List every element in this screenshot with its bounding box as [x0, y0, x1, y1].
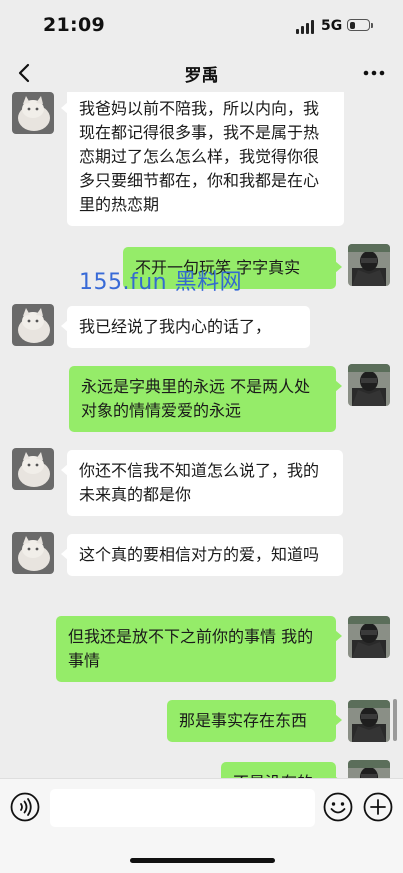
cat-avatar-icon — [12, 532, 54, 574]
watermark: 155.fun 黑料网 — [79, 270, 243, 295]
battery-icon — [347, 19, 370, 31]
emoji-button[interactable] — [322, 791, 354, 823]
self-avatar[interactable] — [348, 364, 390, 406]
home-indicator[interactable] — [130, 858, 275, 863]
voice-icon — [10, 792, 40, 822]
cellular-signal-icon — [296, 20, 314, 34]
chat-message-list[interactable]: 我爸妈以前不陪我，所以内向，我现在都记得很多事，我不是属于热恋期过了怎么怎么样，… — [0, 92, 403, 778]
contact-avatar[interactable] — [12, 92, 54, 134]
message-bubble-sent[interactable]: 那是事实存在东西 — [167, 700, 342, 742]
chat-header: 罗禹 — [0, 54, 403, 92]
more-options-button[interactable] — [359, 58, 389, 88]
user-avatar-icon — [348, 700, 390, 742]
battery-level — [349, 21, 355, 29]
self-avatar[interactable] — [348, 760, 390, 778]
self-avatar[interactable] — [348, 244, 390, 286]
status-time: 21:09 — [43, 14, 105, 36]
cat-avatar-icon — [12, 304, 54, 346]
message-bubble-sent[interactable]: 但我还是放不下之前你的事情 我的事情 — [56, 616, 342, 682]
user-avatar-icon — [348, 760, 390, 778]
status-bar: 21:09 5G — [0, 0, 403, 54]
user-avatar-icon — [348, 364, 390, 406]
message-bubble-received[interactable]: 我已经说了我内心的话了， — [61, 306, 310, 348]
message-bubble-received[interactable]: 这个真的要相信对方的爱，知道吗 — [61, 534, 343, 576]
user-avatar-icon — [348, 616, 390, 658]
message-bubble-received[interactable]: 我爸妈以前不陪我，所以内向，我现在都记得很多事，我不是属于热恋期过了怎么怎么样，… — [61, 92, 344, 226]
cat-avatar-icon — [12, 92, 54, 134]
voice-button[interactable] — [9, 791, 41, 823]
user-avatar-icon — [348, 244, 390, 286]
plus-button[interactable] — [362, 791, 394, 823]
chat-title: 罗禹 — [184, 66, 219, 86]
more-dots-icon — [363, 70, 385, 76]
message-input[interactable] — [50, 789, 315, 827]
plus-icon — [363, 792, 393, 822]
message-bubble-sent[interactable]: 永远是字典里的永远 不是两人处对象的情情爱爱的永远 — [69, 366, 342, 432]
contact-avatar[interactable] — [12, 532, 54, 574]
network-type: 5G — [321, 18, 343, 34]
scrollbar[interactable] — [393, 699, 397, 741]
battery-cap — [371, 23, 373, 28]
cat-avatar-icon — [12, 448, 54, 490]
message-bubble-received[interactable]: 你还不信我不知道怎么说了，我的未来真的都是你 — [61, 450, 343, 516]
self-avatar[interactable] — [348, 616, 390, 658]
contact-avatar[interactable] — [12, 448, 54, 490]
contact-avatar[interactable] — [12, 304, 54, 346]
emoji-icon — [323, 792, 353, 822]
self-avatar[interactable] — [348, 700, 390, 742]
message-bubble-sent[interactable]: 不是没有的 — [221, 762, 342, 778]
input-bar — [0, 778, 403, 873]
